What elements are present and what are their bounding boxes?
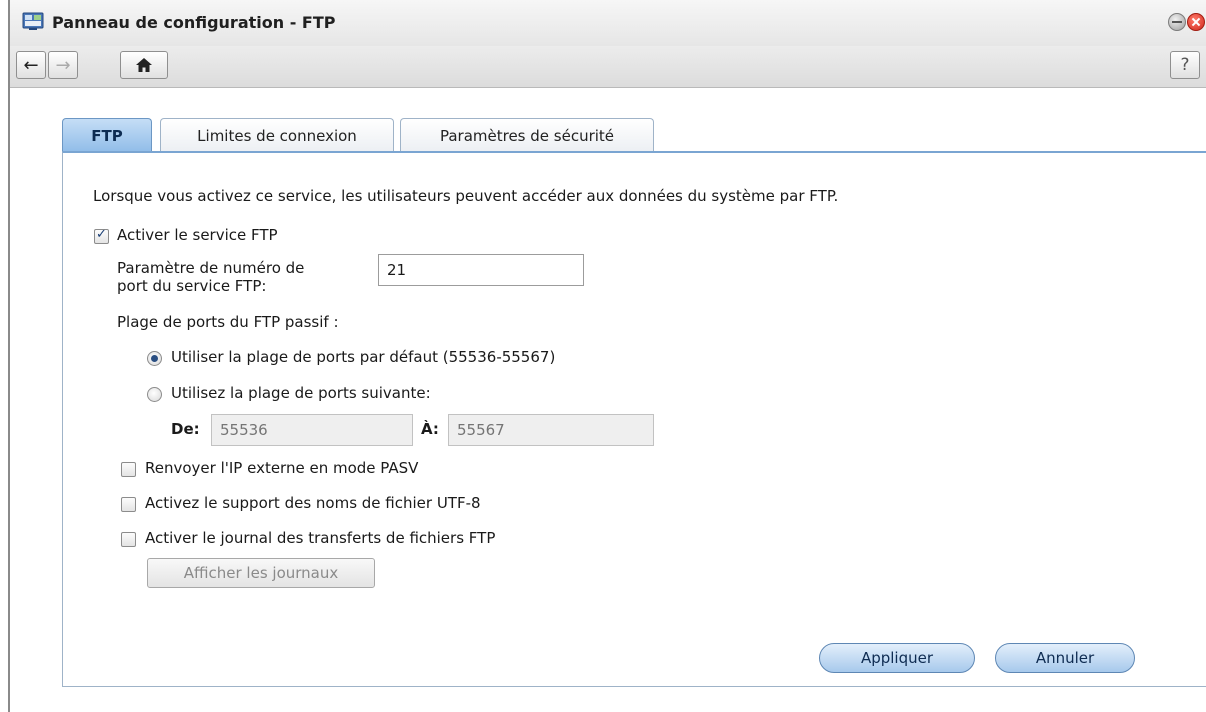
port-label-line2: port du service FTP: bbox=[117, 277, 267, 295]
minimize-icon[interactable] bbox=[1168, 13, 1186, 31]
utf8-support-checkbox[interactable] bbox=[121, 497, 136, 512]
home-button[interactable] bbox=[120, 51, 168, 79]
from-label: De: bbox=[171, 420, 200, 438]
close-icon[interactable] bbox=[1187, 13, 1205, 31]
port-label-line1: Paramètre de numéro de bbox=[117, 259, 305, 277]
range-from-input[interactable] bbox=[211, 414, 413, 446]
arrow-left-icon: ← bbox=[23, 54, 39, 76]
enable-ftp-checkbox[interactable] bbox=[94, 227, 109, 244]
enable-ftp-label: Activer le service FTP bbox=[117, 226, 278, 244]
port-input[interactable] bbox=[378, 254, 584, 286]
back-button[interactable]: ← bbox=[16, 51, 46, 79]
help-button[interactable]: ? bbox=[1170, 51, 1200, 79]
pasv-external-ip-checkbox[interactable] bbox=[121, 462, 136, 477]
range-to-input[interactable] bbox=[448, 414, 654, 446]
tab-connection-limits[interactable]: Limites de connexion bbox=[160, 118, 394, 152]
service-description: Lorsque vous activez ce service, les uti… bbox=[93, 187, 839, 205]
default-range-label: Utiliser la plage de ports par défaut (5… bbox=[171, 348, 556, 366]
view-logs-button[interactable]: Afficher les journaux bbox=[147, 558, 375, 588]
title-bar: Panneau de configuration - FTP bbox=[10, 0, 1206, 46]
port-label: Paramètre de numéro de port du service F… bbox=[117, 259, 304, 295]
transfer-log-label: Activer le journal des transferts de fic… bbox=[145, 529, 496, 547]
custom-range-label: Utilisez la plage de ports suivante: bbox=[171, 384, 431, 402]
cancel-button[interactable]: Annuler bbox=[995, 643, 1135, 673]
utf8-support-label: Activez le support des noms de fichier U… bbox=[145, 494, 481, 512]
toolbar: ← → ? bbox=[10, 46, 1206, 88]
arrow-right-icon: → bbox=[55, 54, 71, 76]
transfer-log-checkbox[interactable] bbox=[121, 532, 136, 547]
ftp-settings-panel: Lorsque vous activez ce service, les uti… bbox=[62, 151, 1206, 687]
window-title: Panneau de configuration - FTP bbox=[52, 13, 336, 32]
default-range-radio[interactable] bbox=[147, 351, 162, 366]
passive-range-label: Plage de ports du FTP passif : bbox=[117, 313, 339, 331]
ftp-window: Panneau de configuration - FTP ← → ? FTP… bbox=[8, 0, 1206, 712]
tab-ftp[interactable]: FTP bbox=[62, 118, 152, 153]
home-icon bbox=[136, 58, 152, 72]
custom-range-radio[interactable] bbox=[147, 387, 162, 402]
control-panel-icon bbox=[22, 12, 44, 30]
to-label: À: bbox=[421, 420, 439, 438]
forward-button[interactable]: → bbox=[48, 51, 78, 79]
apply-button[interactable]: Appliquer bbox=[819, 643, 975, 673]
help-icon: ? bbox=[1180, 55, 1190, 75]
tab-security-settings[interactable]: Paramètres de sécurité bbox=[400, 118, 654, 152]
pasv-external-ip-label: Renvoyer l'IP externe en mode PASV bbox=[145, 459, 419, 477]
